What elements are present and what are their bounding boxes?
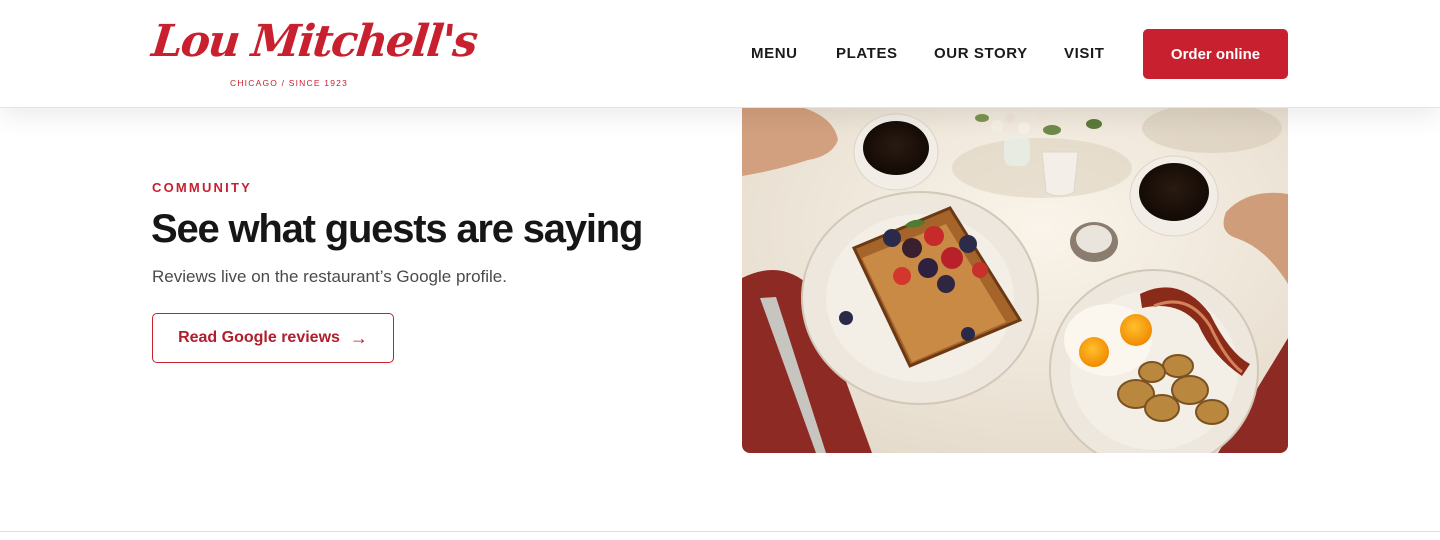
read-google-reviews-button[interactable]: Read Google reviews →: [152, 313, 394, 363]
nav-item-plates[interactable]: PLATES: [836, 44, 898, 64]
section-divider: [0, 531, 1440, 532]
section-heading: See what guests are saying: [151, 207, 643, 251]
brand-logo-tagline: CHICAGO / SINCE 1923: [230, 78, 349, 88]
nav-item-our-story[interactable]: OUR STORY: [934, 44, 1028, 64]
arrow-right-icon: →: [349, 328, 368, 348]
order-online-button[interactable]: Order online: [1143, 29, 1288, 79]
nav-item-menu[interactable]: MENU: [751, 44, 798, 64]
nav-item-visit[interactable]: VISIT: [1064, 44, 1105, 64]
read-google-reviews-label: Read Google reviews: [178, 329, 340, 346]
breakfast-table-photo: [742, 108, 1288, 453]
site-header: Lou Mitchell's CHICAGO / SINCE 1923 MENU…: [0, 0, 1440, 108]
section-subtext: Reviews live on the restaurant’s Google …: [152, 267, 507, 286]
section-eyebrow: COMMUNITY: [152, 180, 252, 195]
